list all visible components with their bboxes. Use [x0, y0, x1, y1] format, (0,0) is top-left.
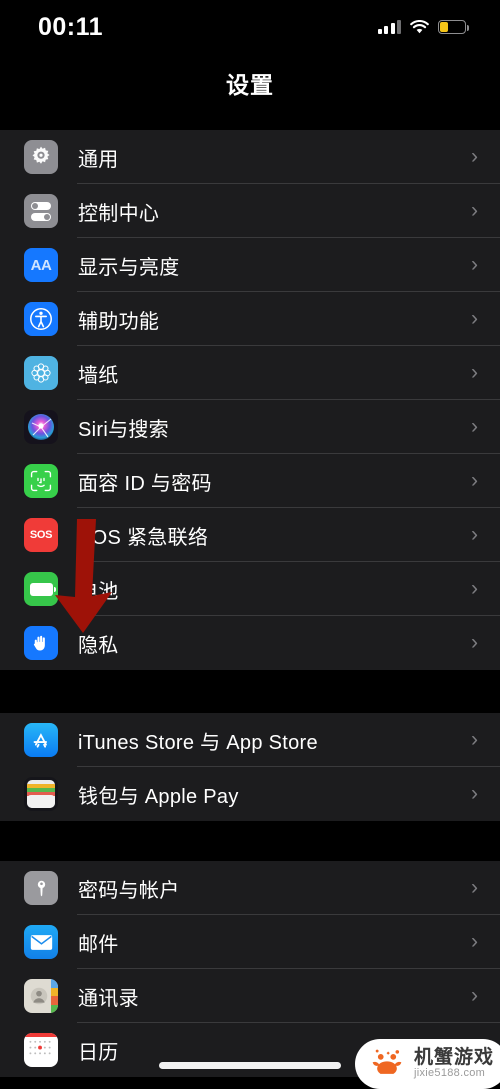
- status-bar-clock: 00:11: [38, 12, 104, 41]
- settings-row-label: Siri与搜索: [78, 418, 169, 441]
- settings-row-label: 电池: [78, 580, 119, 603]
- settings-row-label: 密码与帐户: [78, 879, 180, 902]
- section-gap-top: [0, 112, 500, 130]
- settings-row-display-brightness[interactable]: AA 显示与亮度 ›: [0, 238, 500, 292]
- settings-row-label: 日历: [78, 1041, 119, 1064]
- battery-icon: [24, 572, 58, 606]
- chevron-right-icon: ›: [471, 576, 478, 600]
- settings-row-label: 墙纸: [78, 364, 119, 387]
- wallet-icon: [24, 777, 58, 811]
- settings-row-passwords-accounts[interactable]: 密码与帐户 ›: [0, 861, 500, 915]
- mail-icon: [24, 925, 58, 959]
- settings-row-label: 通讯录: [78, 987, 139, 1010]
- app-store-icon: [24, 723, 58, 757]
- section-gap-1: [0, 670, 500, 713]
- privacy-hand-icon: [24, 626, 58, 660]
- page-title: 设置: [226, 72, 274, 98]
- settings-row-label: iTunes Store 与 App Store: [78, 731, 318, 754]
- settings-row-label: 隐私: [78, 634, 119, 657]
- settings-row-emergency-sos[interactable]: SOS SOS 紧急联络 ›: [0, 508, 500, 562]
- settings-row-label: 钱包与 Apple Pay: [78, 785, 239, 808]
- chevron-right-icon: ›: [471, 630, 478, 654]
- settings-row-face-id-passcode[interactable]: 面容 ID 与密码 ›: [0, 454, 500, 508]
- settings-row-itunes-app-store[interactable]: iTunes Store 与 App Store ›: [0, 713, 500, 767]
- chevron-right-icon: ›: [471, 727, 478, 751]
- chevron-right-icon: ›: [471, 144, 478, 168]
- status-bar: 00:11: [0, 0, 500, 54]
- calendar-icon: [24, 1033, 58, 1067]
- settings-group-1: 通用 › 控制中心 › AA 显示与亮度 › 辅助功能 › 墙纸 › Siri与…: [0, 130, 500, 670]
- navigation-bar: 设置: [0, 54, 500, 112]
- settings-row-battery[interactable]: 电池 ›: [0, 562, 500, 616]
- site-watermark: 机蟹游戏 jixie5188.com: [354, 1039, 500, 1089]
- settings-row-wallpaper[interactable]: 墙纸 ›: [0, 346, 500, 400]
- section-gap-2: [0, 821, 500, 861]
- wifi-icon: [410, 20, 429, 34]
- siri-icon: [24, 410, 58, 444]
- chevron-right-icon: ›: [471, 522, 478, 546]
- watermark-url: jixie5188.com: [413, 1067, 486, 1080]
- settings-row-label: 控制中心: [78, 202, 160, 225]
- display-aa-icon: AA: [24, 248, 58, 282]
- settings-group-2: iTunes Store 与 App Store › 钱包与 Apple Pay…: [0, 713, 500, 821]
- chevron-right-icon: ›: [471, 198, 478, 222]
- control-center-icon: [24, 194, 58, 228]
- chevron-right-icon: ›: [471, 929, 478, 953]
- chevron-right-icon: ›: [471, 306, 478, 330]
- settings-row-label: 显示与亮度: [78, 256, 180, 279]
- chevron-right-icon: ›: [471, 983, 478, 1007]
- settings-row-label: 辅助功能: [78, 310, 160, 333]
- settings-row-label: 面容 ID 与密码: [78, 472, 212, 495]
- sos-icon: SOS: [24, 518, 58, 552]
- chevron-right-icon: ›: [471, 781, 478, 805]
- status-bar-indicators: [377, 20, 469, 34]
- settings-row-label: 邮件: [78, 933, 119, 956]
- crab-logo-icon: [367, 1047, 407, 1081]
- cellular-signal-icon: [377, 20, 401, 34]
- settings-row-control-center[interactable]: 控制中心 ›: [0, 184, 500, 238]
- battery-low-power-icon: [438, 20, 469, 34]
- wallpaper-icon: [24, 356, 58, 390]
- accessibility-icon: [24, 302, 58, 336]
- settings-list: 通用 › 控制中心 › AA 显示与亮度 › 辅助功能 › 墙纸 › Siri与…: [0, 112, 500, 1077]
- watermark-title: 机蟹游戏: [413, 1047, 494, 1069]
- settings-row-mail[interactable]: 邮件 ›: [0, 915, 500, 969]
- home-indicator[interactable]: [159, 1062, 341, 1069]
- settings-row-wallet-apple-pay[interactable]: 钱包与 Apple Pay ›: [0, 767, 500, 821]
- settings-row-siri-search[interactable]: Siri与搜索 ›: [0, 400, 500, 454]
- chevron-right-icon: ›: [471, 252, 478, 276]
- chevron-right-icon: ›: [471, 414, 478, 438]
- face-id-icon: [24, 464, 58, 498]
- settings-row-privacy[interactable]: 隐私 ›: [0, 616, 500, 670]
- chevron-right-icon: ›: [471, 468, 478, 492]
- settings-row-accessibility[interactable]: 辅助功能 ›: [0, 292, 500, 346]
- key-icon: [24, 871, 58, 905]
- settings-row-label: 通用: [78, 148, 119, 171]
- settings-row-label: SOS 紧急联络: [78, 526, 209, 549]
- settings-row-general[interactable]: 通用 ›: [0, 130, 500, 184]
- settings-row-contacts[interactable]: 通讯录 ›: [0, 969, 500, 1023]
- chevron-right-icon: ›: [471, 875, 478, 899]
- chevron-right-icon: ›: [471, 360, 478, 384]
- gear-icon: [24, 140, 58, 174]
- contacts-icon: [24, 979, 58, 1013]
- iphone-screen: 00:11 设置 通用 › 控制中心 › AA 显示与亮度 › 辅助功能 › 墙…: [0, 0, 500, 1089]
